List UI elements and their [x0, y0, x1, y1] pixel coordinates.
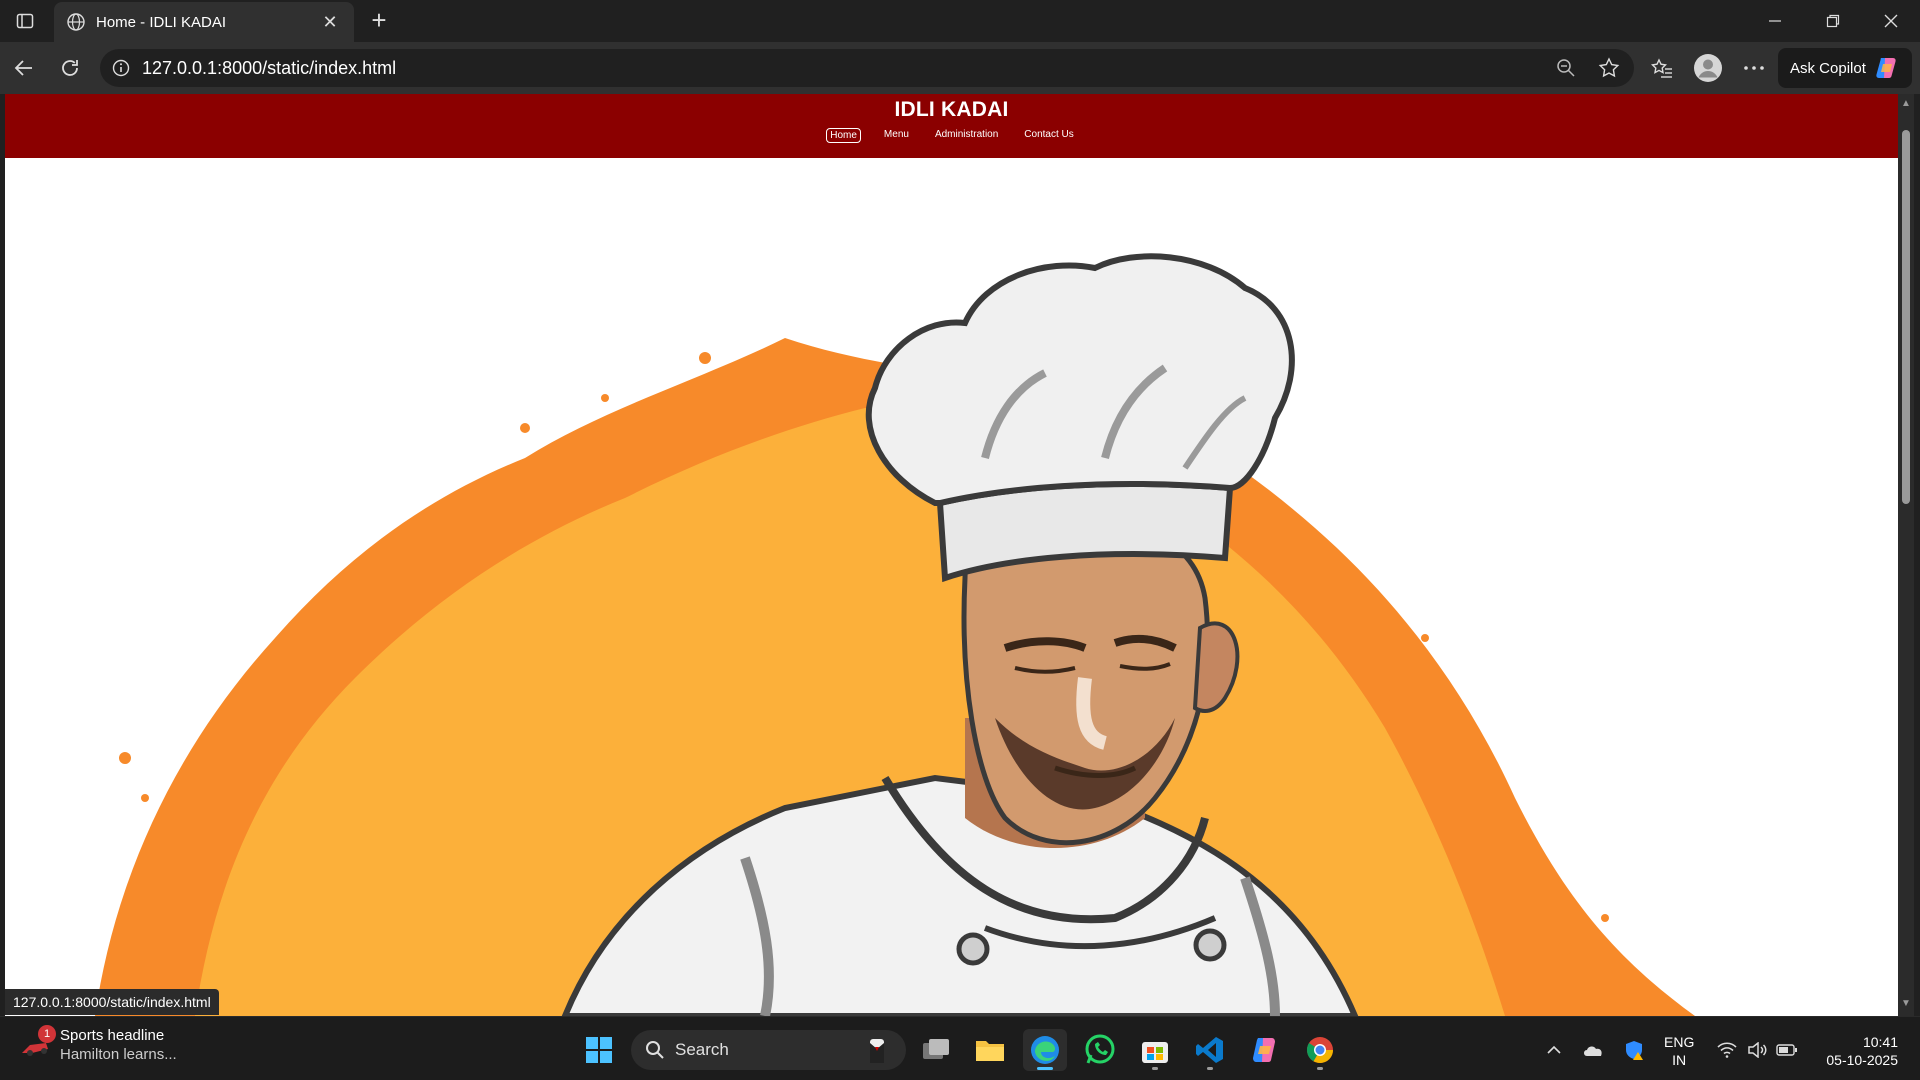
browser-toolbar: 127.0.0.1:8000/static/index.html Ask Cop… — [0, 42, 1920, 94]
wifi-icon — [1717, 1042, 1737, 1058]
favorites-list-icon — [1651, 58, 1672, 78]
search-highlight-icon — [870, 1039, 884, 1063]
address-url[interactable]: 127.0.0.1:8000/static/index.html — [142, 58, 1556, 79]
cloud-icon — [1584, 1046, 1602, 1056]
browser-titlebar: Home - IDLI KADAI ✕ + — [0, 0, 1920, 42]
copilot-app-button[interactable] — [1243, 1029, 1287, 1071]
browser-tab[interactable]: Home - IDLI KADAI ✕ — [54, 2, 354, 42]
new-tab-button[interactable]: + — [364, 6, 394, 36]
clock[interactable]: 10:41 05-10-2025 — [1814, 1033, 1898, 1069]
refresh-button[interactable] — [54, 52, 86, 84]
site-title: IDLI KADAI — [894, 98, 1009, 121]
folder-icon — [976, 1041, 1004, 1061]
site-info-icon[interactable] — [112, 59, 130, 77]
chrome-icon — [1306, 1037, 1334, 1064]
microsoft-store-button[interactable] — [1133, 1029, 1177, 1071]
tab-close-icon[interactable]: ✕ — [318, 12, 342, 33]
edge-button[interactable] — [1023, 1029, 1067, 1071]
zoom-out-icon[interactable] — [1556, 58, 1576, 78]
clock-date: 05-10-2025 — [1826, 1052, 1898, 1068]
file-explorer-button[interactable] — [968, 1029, 1012, 1071]
vscode-icon — [1196, 1037, 1223, 1063]
task-view-icon — [923, 1039, 949, 1059]
site-header: IDLI KADAI Home Menu Administration Cont… — [5, 94, 1898, 158]
taskbar-search[interactable]: Search — [631, 1030, 906, 1070]
active-indicator — [1037, 1067, 1053, 1070]
ask-copilot-label: Ask Copilot — [1790, 59, 1866, 77]
chrome-button[interactable] — [1298, 1029, 1342, 1071]
running-indicator — [1317, 1067, 1323, 1070]
copilot-app-icon — [1253, 1038, 1275, 1062]
minimize-button[interactable] — [1746, 0, 1804, 42]
page-viewport: IDLI KADAI Home Menu Administration Cont… — [5, 94, 1898, 1016]
search-label: Search — [675, 1040, 729, 1059]
vscode-button[interactable] — [1188, 1029, 1232, 1071]
chef-hero-image — [95, 253, 1695, 1016]
back-arrow-icon — [14, 60, 32, 76]
tab-actions-button[interactable] — [8, 6, 42, 36]
news-widget[interactable]: 1 Sports headline Hamilton learns... — [20, 1025, 177, 1063]
ask-copilot-button[interactable]: Ask Copilot — [1778, 48, 1912, 88]
scroll-down-icon[interactable]: ▼ — [1900, 998, 1912, 1010]
start-button[interactable] — [577, 1029, 621, 1071]
battery-icon — [1776, 1044, 1797, 1056]
shield-warning-icon — [1626, 1041, 1643, 1060]
scrollbar-thumb[interactable] — [1902, 130, 1910, 504]
more-dots-icon — [1744, 66, 1764, 70]
nav-link-menu[interactable]: Menu — [881, 128, 912, 143]
avatar-icon — [1694, 54, 1722, 82]
clock-time: 10:41 — [1862, 1034, 1898, 1050]
status-url-tooltip: 127.0.0.1:8000/static/index.html — [5, 989, 219, 1015]
address-bar[interactable]: 127.0.0.1:8000/static/index.html — [100, 49, 1634, 87]
wifi-button[interactable] — [1716, 1039, 1738, 1061]
onedrive-button[interactable] — [1582, 1039, 1604, 1061]
volume-button[interactable] — [1746, 1039, 1768, 1061]
settings-more-button[interactable] — [1738, 52, 1770, 84]
language-indicator[interactable]: ENG IN — [1664, 1033, 1694, 1069]
nav-link-administration[interactable]: Administration — [932, 128, 1001, 143]
store-icon — [1142, 1042, 1168, 1063]
speaker-icon — [1748, 1042, 1767, 1058]
taskbar: 1 Sports headline Hamilton learns... Sea… — [0, 1016, 1920, 1080]
search-icon — [646, 1041, 664, 1059]
tab-title: Home - IDLI KADAI — [96, 13, 227, 31]
running-indicator — [1207, 1067, 1213, 1070]
globe-icon — [67, 13, 85, 31]
lang-code: ENG — [1664, 1034, 1695, 1050]
copilot-icon — [1876, 58, 1896, 78]
minimize-icon — [1769, 20, 1781, 22]
favorite-star-icon[interactable] — [1598, 57, 1620, 79]
profile-button[interactable] — [1692, 52, 1724, 84]
favorites-button[interactable] — [1646, 52, 1678, 84]
chevron-up-icon — [1547, 1045, 1561, 1054]
task-view-button[interactable] — [914, 1029, 958, 1071]
news-subtitle: Hamilton learns... — [60, 1046, 177, 1063]
restore-icon — [1826, 14, 1840, 28]
page-scrollbar[interactable]: ▲ ▼ — [1898, 94, 1914, 1016]
edge-icon — [1031, 1036, 1059, 1064]
back-button[interactable] — [8, 52, 40, 84]
refresh-icon — [62, 60, 78, 76]
whatsapp-icon — [1085, 1034, 1115, 1064]
security-button[interactable] — [1623, 1039, 1645, 1061]
close-window-button[interactable] — [1862, 0, 1920, 42]
news-headline: Sports headline — [60, 1027, 165, 1044]
nav-link-contact-us[interactable]: Contact Us — [1021, 128, 1076, 143]
windows-logo-icon — [586, 1037, 612, 1063]
battery-button[interactable] — [1776, 1039, 1798, 1061]
news-badge: 1 — [38, 1025, 56, 1043]
site-nav: Home Menu Administration Contact Us — [5, 128, 1898, 143]
chef-hat-top — [865, 253, 1295, 506]
sidebar-toggle-icon — [16, 13, 34, 29]
running-indicator — [1152, 1067, 1158, 1070]
close-icon — [1884, 14, 1898, 28]
scroll-up-icon[interactable]: ▲ — [1900, 98, 1912, 110]
region-code: IN — [1672, 1052, 1687, 1068]
restore-button[interactable] — [1804, 0, 1862, 42]
nav-link-home[interactable]: Home — [826, 128, 861, 143]
whatsapp-button[interactable] — [1078, 1029, 1122, 1071]
show-hidden-icons-button[interactable] — [1543, 1039, 1565, 1061]
